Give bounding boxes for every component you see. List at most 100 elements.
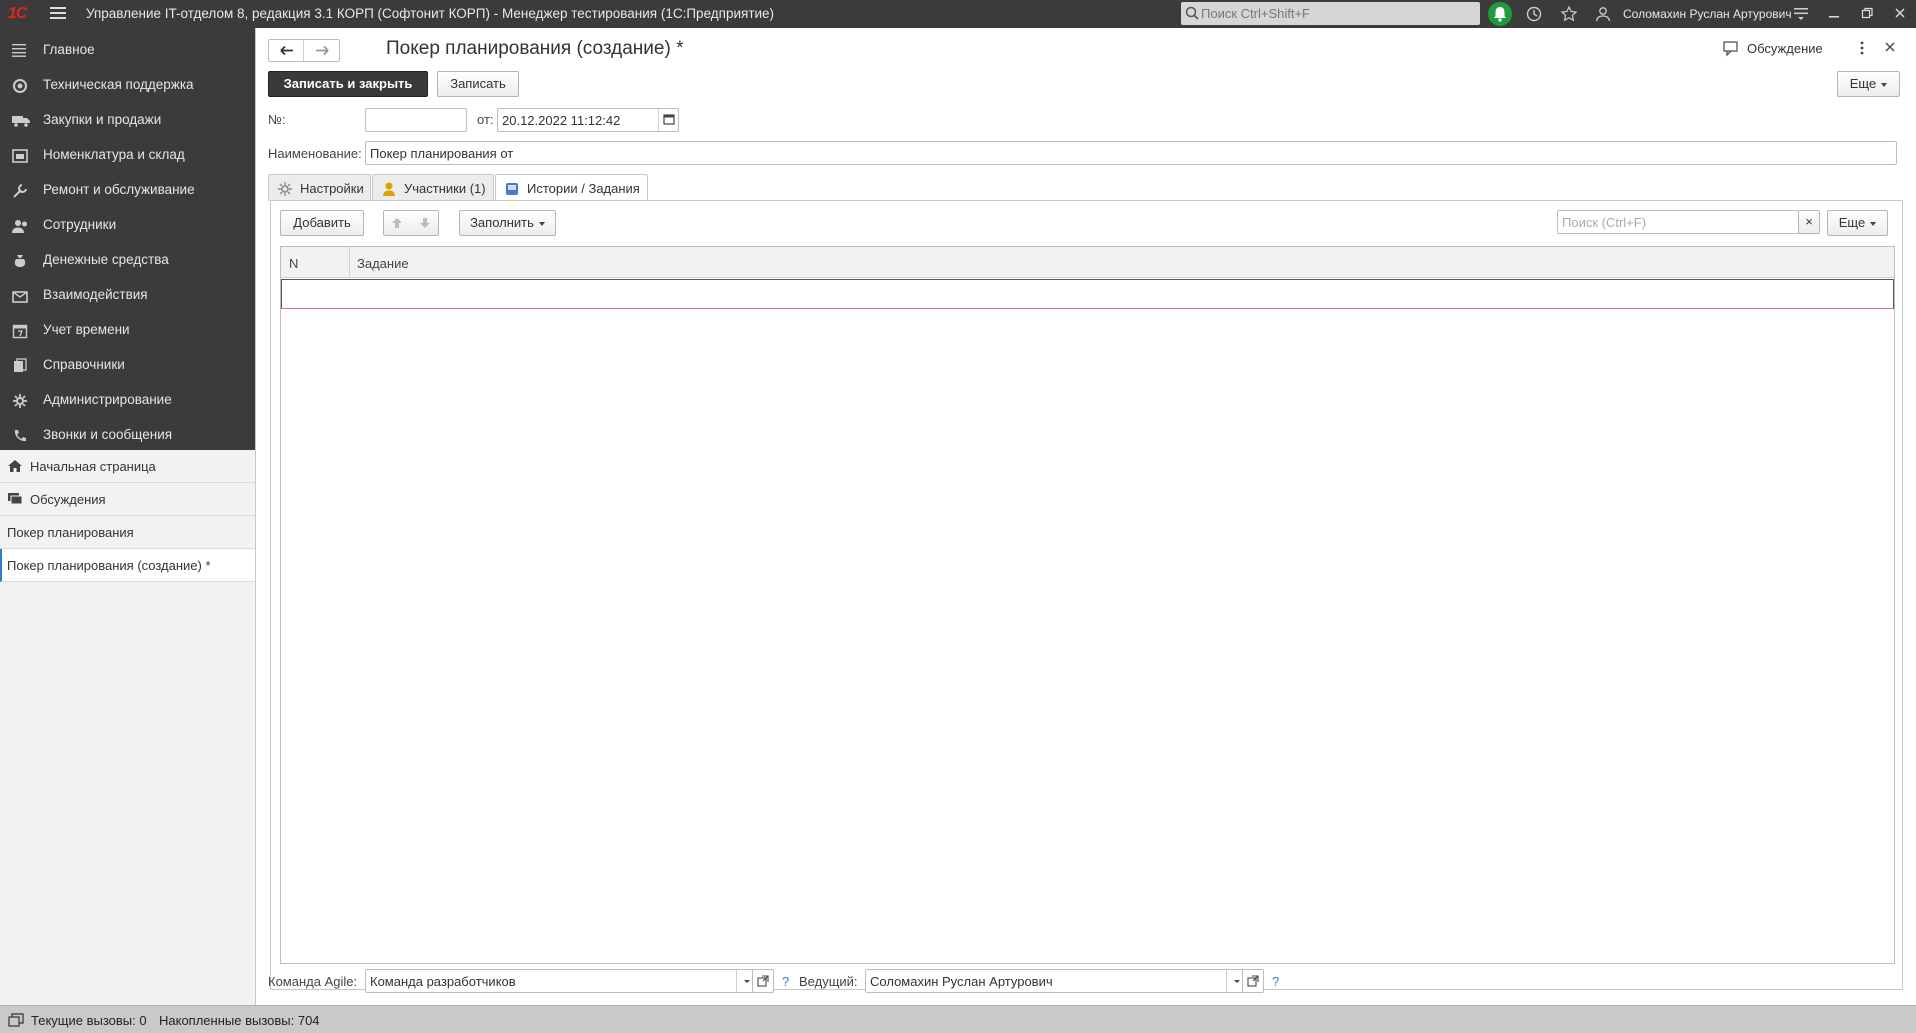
section-interactions[interactable]: Взаимодействия bbox=[0, 278, 255, 313]
tab-stories[interactable]: Истории / Задания bbox=[495, 174, 648, 202]
section-label: Звонки и сообщения bbox=[43, 427, 173, 442]
close-form-icon[interactable] bbox=[1884, 41, 1896, 53]
section-repair[interactable]: Ремонт и обслуживание bbox=[0, 173, 255, 208]
tab-settings[interactable]: Настройки bbox=[268, 174, 371, 201]
chevron-down-icon bbox=[1870, 221, 1877, 226]
clear-search-button[interactable]: × bbox=[1798, 210, 1820, 234]
team-field[interactable] bbox=[365, 969, 765, 993]
tab-label: Участники (1) bbox=[404, 181, 486, 196]
name-input[interactable] bbox=[370, 144, 1890, 163]
more-menu-icon[interactable] bbox=[1859, 40, 1865, 56]
section-label: Ремонт и обслуживание bbox=[43, 182, 195, 197]
section-catalogs[interactable]: Справочники bbox=[0, 348, 255, 383]
section-label: Техническая поддержка bbox=[43, 77, 194, 92]
arrow-down-icon[interactable] bbox=[418, 217, 432, 229]
windows-icon[interactable] bbox=[8, 1013, 24, 1027]
section-warehouse[interactable]: Номенклатура и склад bbox=[0, 138, 255, 173]
calendar-icon[interactable] bbox=[658, 109, 678, 131]
lead-input[interactable] bbox=[870, 972, 1220, 991]
open-window-discussions[interactable]: Обсуждения bbox=[0, 483, 255, 516]
open-window-label: Обсуждения bbox=[30, 492, 106, 507]
search-icon bbox=[1185, 6, 1199, 20]
arrow-up-icon[interactable] bbox=[390, 217, 404, 229]
bell-icon[interactable] bbox=[1488, 2, 1512, 26]
open-window-poker-list[interactable]: Покер планирования bbox=[0, 516, 255, 549]
section-purchases[interactable]: Закупки и продажи bbox=[0, 103, 255, 138]
more-button[interactable]: Еще bbox=[1837, 71, 1900, 97]
open-window-poker-create[interactable]: Покер планирования (создание) * bbox=[0, 549, 255, 582]
fill-label: Заполнить bbox=[470, 215, 534, 230]
section-label: Денежные средства bbox=[43, 252, 169, 267]
title-bar: 1С Управление IT-отделом 8, редакция 3.1… bbox=[0, 0, 1916, 28]
team-input[interactable] bbox=[370, 972, 725, 991]
table-search-input[interactable] bbox=[1562, 213, 1792, 232]
save-button[interactable]: Записать bbox=[437, 71, 519, 97]
chevron-down-icon bbox=[538, 221, 545, 226]
open-lead-button[interactable] bbox=[1242, 969, 1264, 993]
people-icon bbox=[12, 218, 30, 234]
table-more-button[interactable]: Еще bbox=[1827, 210, 1888, 236]
global-search-input[interactable] bbox=[1201, 4, 1471, 23]
settings-icon[interactable] bbox=[1793, 5, 1809, 21]
tab-participants[interactable]: Участники (1) bbox=[372, 174, 494, 201]
open-icon bbox=[757, 975, 769, 987]
section-money[interactable]: Денежные средства bbox=[0, 243, 255, 278]
current-calls: Текущие вызовы: 0 bbox=[31, 1013, 147, 1028]
close-icon[interactable] bbox=[1893, 6, 1907, 20]
section-label: Сотрудники bbox=[43, 217, 117, 232]
number-field[interactable] bbox=[365, 108, 467, 132]
form-area: Покер планирования (создание) * Обсужден… bbox=[257, 28, 1916, 1005]
lead-help-icon[interactable]: ? bbox=[1272, 974, 1279, 989]
open-window-home[interactable]: Начальная страница bbox=[0, 450, 255, 483]
date-input[interactable] bbox=[502, 111, 652, 130]
user-icon bbox=[381, 181, 397, 197]
number-input[interactable] bbox=[370, 111, 462, 130]
section-calls[interactable]: Звонки и сообщения bbox=[0, 418, 255, 453]
open-team-button[interactable] bbox=[752, 969, 774, 993]
team-help-icon[interactable]: ? bbox=[782, 974, 789, 989]
fill-button[interactable]: Заполнить bbox=[459, 210, 556, 236]
move-buttons bbox=[383, 210, 439, 236]
stories-panel: Добавить Заполнить × Еще N Задание bbox=[270, 200, 1903, 990]
lead-field[interactable] bbox=[865, 969, 1255, 993]
list-icon bbox=[12, 43, 28, 57]
section-admin[interactable]: Администрирование bbox=[0, 383, 255, 418]
section-label: Взаимодействия bbox=[43, 287, 148, 302]
stories-table[interactable]: N Задание bbox=[280, 246, 1895, 964]
name-field[interactable] bbox=[365, 141, 1897, 165]
save-and-close-button[interactable]: Записать и закрыть bbox=[268, 71, 428, 97]
section-label: Администрирование bbox=[43, 392, 172, 407]
section-support[interactable]: Техническая поддержка bbox=[0, 68, 255, 103]
date-field[interactable] bbox=[497, 108, 679, 132]
date-label: от: bbox=[477, 112, 494, 127]
user-icon[interactable] bbox=[1594, 5, 1612, 23]
books-icon bbox=[12, 358, 28, 374]
chevron-down-icon bbox=[1881, 82, 1888, 87]
table-search[interactable] bbox=[1557, 210, 1799, 234]
status-bar: Текущие вызовы: 0 Накопленные вызовы: 70… bbox=[0, 1005, 1916, 1033]
current-user[interactable]: Соломахин Руслан Артурович bbox=[1623, 7, 1792, 21]
minimize-icon[interactable] bbox=[1827, 6, 1841, 20]
global-search[interactable] bbox=[1181, 2, 1480, 25]
back-button[interactable] bbox=[269, 40, 304, 61]
menu-icon[interactable] bbox=[50, 6, 66, 20]
truck-icon bbox=[12, 113, 30, 127]
column-header-task[interactable]: Задание bbox=[357, 256, 409, 271]
money-icon bbox=[12, 253, 28, 269]
open-window-label: Покер планирования bbox=[7, 525, 134, 540]
add-button[interactable]: Добавить bbox=[280, 210, 364, 236]
wrench-icon bbox=[12, 183, 28, 199]
star-icon[interactable] bbox=[1560, 5, 1578, 23]
section-time[interactable]: Учет времени bbox=[0, 313, 255, 348]
table-row[interactable] bbox=[281, 279, 1894, 309]
column-header-n[interactable]: N bbox=[289, 256, 298, 271]
sidebar: Главное Техническая поддержка Закупки и … bbox=[0, 28, 256, 1005]
chat-icon bbox=[7, 492, 23, 506]
restore-icon[interactable] bbox=[1860, 6, 1874, 20]
team-label: Команда Agile: bbox=[268, 974, 358, 989]
section-label: Справочники bbox=[43, 357, 125, 372]
history-icon[interactable] bbox=[1525, 5, 1543, 23]
section-employees[interactable]: Сотрудники bbox=[0, 208, 255, 243]
forward-button[interactable] bbox=[305, 40, 340, 61]
section-main[interactable]: Главное bbox=[0, 33, 255, 68]
